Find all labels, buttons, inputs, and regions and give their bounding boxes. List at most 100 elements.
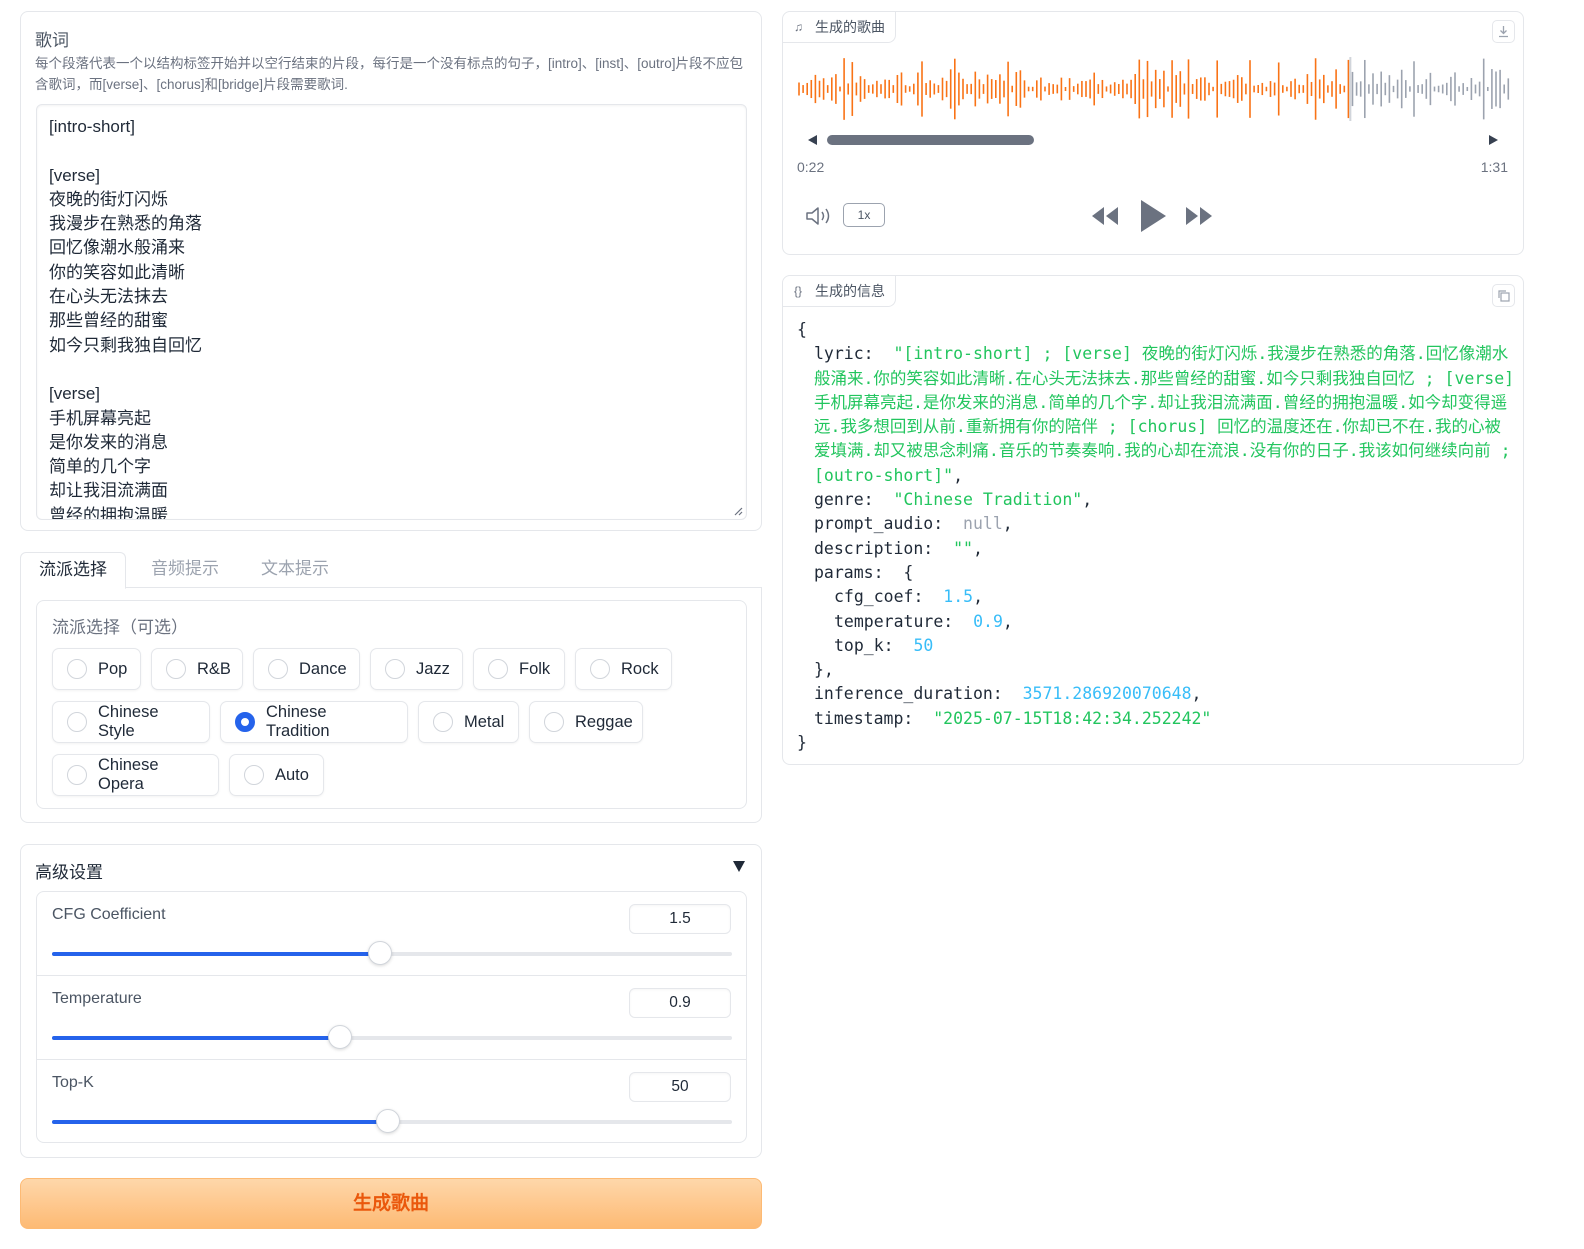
info-block-label: {} 生成的信息: [783, 276, 896, 307]
json-params-close: },: [814, 660, 834, 680]
json-top-k-line: top_k: 50: [797, 634, 1515, 658]
json-key: genre:: [814, 490, 874, 510]
genre-option-chinese-style[interactable]: Chinese Style: [52, 701, 210, 743]
json-key: timestamp:: [814, 708, 914, 728]
slider-fill: [52, 952, 381, 956]
genre-option-label: Auto: [275, 765, 309, 784]
json-null-value: null: [963, 514, 1003, 534]
duration: 1:31: [1480, 159, 1508, 175]
resize-grip-icon[interactable]: [733, 506, 743, 516]
genre-option-label: Folk: [519, 659, 551, 678]
radio-icon[interactable]: [268, 659, 288, 679]
json-temperature-line: temperature: 0.9,: [834, 611, 1013, 631]
cfg-coefficient-row: CFG Coefficient 1.5: [37, 892, 746, 976]
json-description-line: description: "",: [814, 538, 983, 558]
temperature-input[interactable]: 0.9: [629, 988, 731, 1018]
slider-thumb[interactable]: [328, 1025, 353, 1049]
radio-icon[interactable]: [244, 765, 264, 785]
genre-option-jazz[interactable]: Jazz: [370, 648, 463, 690]
lyrics-textarea[interactable]: [intro-short] [verse] 夜晚的街灯闪烁 我漫步在熟悉的角落 …: [36, 104, 747, 520]
genre-option-label: Chinese Style: [98, 703, 159, 740]
genre-label: 流派选择（可选）: [52, 618, 188, 637]
json-inference-duration-line: inference_duration: 3571.286920070648,: [814, 684, 1202, 704]
top-k-input[interactable]: 50: [629, 1072, 731, 1102]
genre-option-chinese-tradition[interactable]: Chinese Tradition: [220, 701, 408, 743]
json-key: temperature:: [834, 611, 954, 631]
radio-icon[interactable]: [166, 659, 186, 679]
json-open-brace: {: [797, 320, 807, 339]
genre-option-reggae[interactable]: Reggae: [529, 701, 643, 743]
slider-label: Temperature: [52, 990, 142, 1007]
lyrics-panel: 歌词 每个段落代表一个以结构标签开始并以空行结束的片段，每行是一个没有标点的句子…: [20, 11, 762, 531]
radio-icon[interactable]: [385, 659, 405, 679]
json-params-line: params: {: [814, 562, 914, 582]
genre-option-auto[interactable]: Auto: [229, 754, 324, 796]
json-number-value: 50: [913, 635, 934, 655]
volume-icon[interactable]: [805, 204, 833, 228]
json-close-brace: }: [797, 733, 807, 753]
tab-genre[interactable]: 流派选择: [20, 552, 126, 589]
json-number-value: 3571.286920070648: [1022, 684, 1192, 704]
radio-icon[interactable]: [67, 765, 87, 785]
scroll-thumb[interactable]: [827, 135, 1034, 145]
temperature-slider[interactable]: [52, 1025, 732, 1049]
cfg-coefficient-input[interactable]: 1.5: [629, 904, 731, 934]
json-string-value: "": [953, 538, 973, 558]
radio-selected-icon[interactable]: [235, 712, 255, 732]
radio-icon[interactable]: [433, 712, 453, 732]
temperature-row: Temperature 0.9: [37, 976, 746, 1060]
waveform-scrollbar[interactable]: [808, 134, 1498, 146]
genre-option-metal[interactable]: Metal: [418, 701, 519, 743]
genre-option-folk[interactable]: Folk: [473, 648, 565, 690]
slider-thumb[interactable]: [368, 941, 393, 965]
play-icon[interactable]: [1139, 199, 1167, 233]
json-key: lyric:: [814, 344, 874, 364]
fast-forward-icon[interactable]: [1184, 205, 1214, 227]
radio-icon[interactable]: [590, 659, 610, 679]
caret-down-icon[interactable]: [733, 861, 745, 872]
genre-option-rnb[interactable]: R&B: [151, 648, 243, 690]
json-string-value: "2025-07-15T18:42:34.252242": [933, 708, 1212, 728]
rewind-icon[interactable]: [1090, 205, 1120, 227]
json-string-value: "[intro-short] ; [verse] 夜晚的街灯闪烁.我漫步在熟悉的…: [814, 344, 1515, 485]
json-number-value: 0.9: [973, 611, 1003, 631]
slider-thumb[interactable]: [375, 1109, 400, 1133]
playback-rate-button[interactable]: 1x: [843, 203, 885, 227]
lyrics-info: 每个段落代表一个以结构标签开始并以空行结束的片段，每行是一个没有标点的句子，[i…: [35, 56, 744, 92]
top-k-slider[interactable]: [52, 1109, 732, 1133]
genre-tab-panel: 流派选择（可选） Pop R&B Dance Jazz Folk Rock Ch…: [20, 587, 762, 823]
radio-icon[interactable]: [67, 659, 87, 679]
json-key: cfg_coef:: [834, 587, 924, 607]
waveform[interactable]: [797, 56, 1511, 122]
genre-option-pop[interactable]: Pop: [52, 648, 141, 690]
audio-player-panel: ♫ 生成的歌曲 0:22 1:31 1x: [782, 11, 1524, 255]
json-timestamp-line: timestamp: "2025-07-15T18:42:34.252242": [797, 707, 1515, 731]
cfg-coefficient-slider[interactable]: [52, 941, 732, 965]
lyrics-text[interactable]: [intro-short] [verse] 夜晚的街灯闪烁 我漫步在熟悉的角落 …: [49, 115, 734, 519]
download-icon: [1499, 26, 1508, 38]
download-button[interactable]: [1492, 20, 1515, 43]
json-viewer: { lyric: "[intro-short] ; [verse] 夜晚的街灯闪…: [797, 318, 1515, 755]
copy-button[interactable]: [1492, 284, 1515, 307]
genre-option-label: Metal: [464, 712, 505, 731]
tab-audio-prompt[interactable]: 音频提示: [133, 552, 237, 588]
copy-icon: [1498, 290, 1510, 302]
genre-option-chinese-opera[interactable]: Chinese Opera: [52, 754, 219, 796]
advanced-settings-title[interactable]: 高级设置: [35, 858, 103, 883]
json-braces-icon: {}: [794, 284, 803, 298]
tab-text-prompt[interactable]: 文本提示: [243, 552, 347, 588]
music-note-icon: ♫: [794, 20, 803, 34]
radio-icon[interactable]: [544, 712, 564, 732]
generate-song-button[interactable]: 生成歌曲: [20, 1178, 762, 1229]
genre-radio-group: 流派选择（可选） Pop R&B Dance Jazz Folk Rock Ch…: [36, 600, 747, 809]
genre-option-label: Dance: [299, 659, 347, 678]
genre-option-label: Chinese Opera: [98, 756, 159, 793]
slider-label: CFG Coefficient: [52, 906, 166, 923]
radio-icon[interactable]: [67, 712, 87, 732]
scroll-right-arrow-icon[interactable]: [1489, 135, 1498, 145]
radio-icon[interactable]: [488, 659, 508, 679]
genre-option-rock[interactable]: Rock: [575, 648, 672, 690]
json-key: top_k:: [834, 635, 894, 655]
scroll-left-arrow-icon[interactable]: [808, 135, 817, 145]
genre-option-dance[interactable]: Dance: [253, 648, 360, 690]
